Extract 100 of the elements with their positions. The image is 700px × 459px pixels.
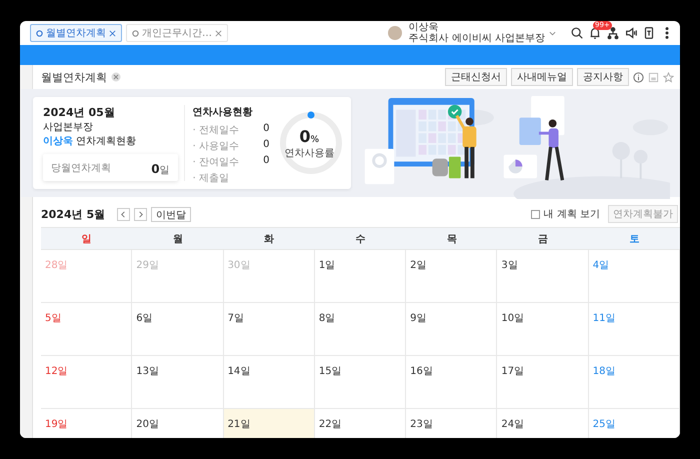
usage-value: 0: [263, 155, 270, 168]
checkbox-label[interactable]: 내 계획 보기: [544, 207, 600, 221]
usage-label: · 사용일수: [192, 140, 239, 153]
user-name: 이상욱: [43, 135, 73, 148]
day-label: 18일: [592, 366, 616, 378]
this-month-button[interactable]: 이번달: [151, 206, 192, 222]
usage-label: · 전체일수: [192, 124, 239, 137]
weekday-header: 수: [314, 228, 406, 250]
day-cell[interactable]: 4일: [588, 250, 680, 303]
page-title: 월별연차계획: [41, 70, 107, 84]
speaker-icon[interactable]: [624, 26, 638, 40]
previous-button[interactable]: [117, 208, 130, 220]
donut-track: [280, 112, 342, 174]
close-icon[interactable]: [215, 30, 222, 36]
day-label: 21일: [228, 419, 250, 431]
chevron-left-icon[interactable]: [120, 210, 128, 218]
weekday-header: 월: [132, 228, 224, 250]
tab[interactable]: 개인근무시간…: [126, 24, 228, 42]
org-chart-icon[interactable]: [606, 26, 620, 40]
day-label: 7일: [228, 313, 244, 325]
document-icon[interactable]: [642, 26, 656, 40]
day-label: 8일: [318, 313, 336, 325]
checkbox[interactable]: [530, 210, 540, 218]
day-cell[interactable]: 3일: [497, 250, 589, 303]
day-cell[interactable]: 8일: [314, 303, 406, 356]
calendar-title: 2024년 5월: [41, 206, 106, 222]
plan-value: 0일: [151, 161, 170, 177]
day-cell[interactable]: 10일: [497, 303, 589, 356]
weekday-header: 화: [224, 228, 315, 250]
day-label: 25일: [592, 419, 616, 431]
day-label: 20일: [136, 419, 160, 431]
bell-icon[interactable]: [588, 26, 602, 40]
user-position[interactable]: 주식회사 에이비씨 사업본부장: [408, 33, 545, 44]
day-label: 16일: [410, 366, 433, 378]
info-icon[interactable]: [633, 72, 644, 82]
tab[interactable]: 월별연차계획: [30, 24, 122, 42]
day-cell[interactable]: 15일: [314, 356, 406, 409]
day-cell[interactable]: 5일: [41, 303, 132, 356]
chevron-down-icon[interactable]: [549, 30, 556, 36]
day-cell[interactable]: 14일: [224, 356, 315, 409]
day-label: 11일: [592, 313, 616, 325]
day-label: 24일: [501, 419, 524, 431]
user-name: 이상욱: [408, 22, 440, 33]
close-icon[interactable]: [109, 30, 116, 36]
usage-rate: 0%: [299, 126, 320, 146]
heading-text: 연차계획현황: [76, 135, 136, 148]
day-label: 13일: [136, 366, 160, 378]
day-label: 9일: [410, 313, 427, 325]
usage-label: · 잔여일수: [192, 156, 239, 169]
day-cell[interactable]: 12일: [41, 356, 132, 409]
day-label: 29일: [136, 260, 160, 272]
day-label: 1일: [318, 260, 336, 272]
day-label: 3일: [501, 260, 518, 272]
usage-rate-label: 연차사용률: [284, 146, 334, 160]
day-cell[interactable]: 11일: [588, 303, 680, 356]
weekday-header: 토: [588, 228, 680, 250]
avatar: [388, 26, 402, 40]
day-cell[interactable]: 6일: [132, 303, 224, 356]
usage-title: 연차사용현황: [192, 106, 254, 119]
day-label: 10일: [501, 313, 524, 325]
day-label: 6일: [136, 313, 153, 325]
header-button[interactable]: 사내메뉴얼: [511, 68, 573, 86]
weekday-header: 금: [497, 228, 589, 250]
day-cell[interactable]: 16일: [406, 356, 498, 409]
usage-label: · 제출일: [192, 172, 229, 185]
day-label: 2일: [410, 260, 427, 272]
day-cell[interactable]: 21일: [224, 409, 315, 438]
star-icon[interactable]: [663, 72, 674, 82]
day-cell[interactable]: 1일: [314, 250, 406, 303]
tab-label[interactable]: 개인근무시간…: [142, 26, 212, 40]
usage-value: 0: [263, 123, 270, 136]
day-label: 23일: [410, 419, 433, 431]
day-label: 22일: [318, 419, 342, 431]
close-icon[interactable]: [111, 72, 121, 82]
day-cell[interactable]: 9일: [406, 303, 498, 356]
day-label: 19일: [45, 419, 68, 431]
header-button[interactable]: 근태신청서: [445, 68, 507, 86]
day-label: 14일: [228, 366, 250, 378]
day-label: 12일: [45, 366, 68, 378]
plan-label: 당월연차계획: [51, 162, 111, 174]
day-cell[interactable]: 18일: [588, 356, 680, 409]
tab-label[interactable]: 월별연차계획: [46, 26, 106, 40]
day-cell[interactable]: 7일: [224, 303, 315, 356]
day-label: 17일: [501, 366, 524, 378]
day-label: 15일: [318, 366, 342, 378]
search-icon[interactable]: [570, 26, 584, 40]
day-cell[interactable]: 13일: [132, 356, 224, 409]
role-text: 사업본부장: [43, 121, 94, 134]
day-label: 5일: [45, 313, 62, 325]
header-button[interactable]: 공지사항: [577, 68, 629, 86]
day-cell[interactable]: 17일: [497, 356, 589, 409]
start-dot: [307, 112, 314, 118]
usage-value: 0: [263, 139, 270, 152]
day-label: 30일: [228, 260, 250, 272]
chevron-right-icon[interactable]: [137, 210, 144, 218]
day-label: 4일: [592, 260, 610, 272]
day-cell[interactable]: 25일: [588, 409, 680, 438]
next-button[interactable]: [134, 208, 148, 220]
day-cell[interactable]: 2일: [406, 250, 498, 303]
weekday-header: 일: [41, 228, 132, 250]
